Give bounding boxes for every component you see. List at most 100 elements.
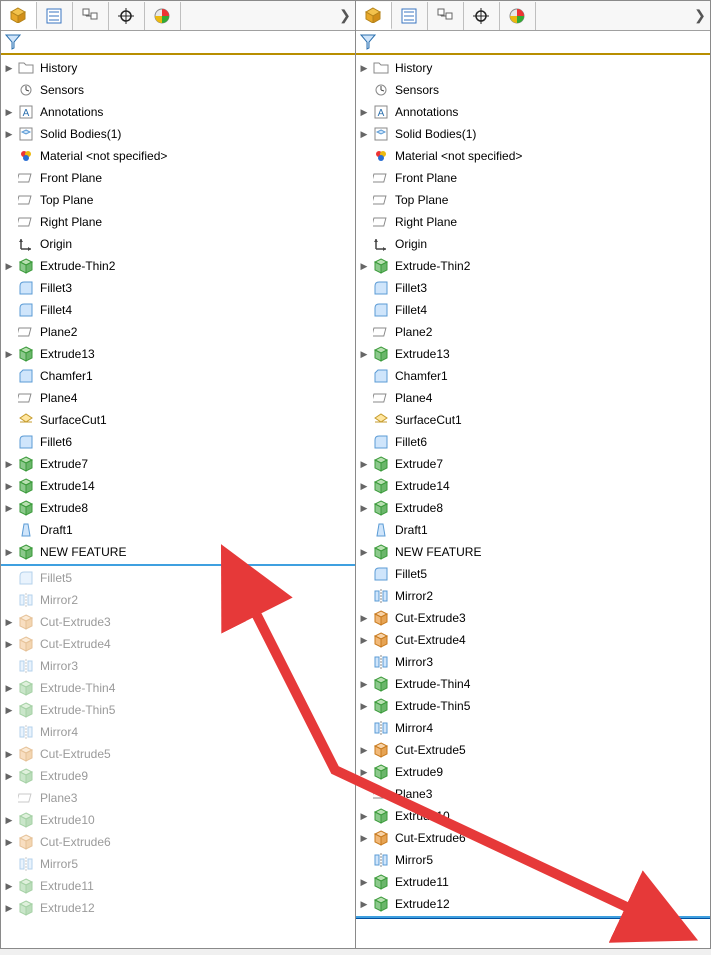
tree-row[interactable]: ▶ Fillet6 [1,431,355,453]
expand-toggle[interactable]: ▶ [3,904,15,913]
tree-row[interactable]: ▶ Front Plane [1,167,355,189]
tree-row[interactable]: ▶ Plane4 [356,387,710,409]
expand-toggle[interactable]: ▶ [358,548,370,557]
tree-row[interactable]: ▶ Plane2 [356,321,710,343]
tree-row[interactable]: ▶ Extrude10 [356,805,710,827]
display-manager-tab[interactable] [464,2,500,30]
expand-toggle[interactable]: ▶ [3,816,15,825]
expand-toggle[interactable]: ▶ [3,882,15,891]
tree-row[interactable]: ▶ Extrude7 [356,453,710,475]
tree-row[interactable]: ▶ Extrude12 [356,893,710,915]
tree-row[interactable]: ▶ History [356,57,710,79]
tree-row[interactable]: ▶ Extrude14 [356,475,710,497]
property-manager-tab[interactable] [37,2,73,30]
tree-row[interactable]: ▶ Extrude11 [1,875,355,897]
tree-row[interactable]: ▶ Extrude-Thin5 [356,695,710,717]
filter-icon[interactable] [5,34,21,50]
tree-row[interactable]: ▶ Extrude13 [356,343,710,365]
expand-toggle[interactable]: ▶ [3,772,15,781]
expand-toggle[interactable]: ▶ [358,746,370,755]
tree-row[interactable]: ▶ Draft1 [356,519,710,541]
tree-row[interactable]: ▶ Extrude-Thin4 [1,677,355,699]
tree-row[interactable]: ▶ Fillet4 [1,299,355,321]
expand-toggle[interactable]: ▶ [3,262,15,271]
display-manager-tab[interactable] [109,2,145,30]
tree-row[interactable]: ▶ Cut-Extrude3 [1,611,355,633]
tree-row[interactable]: ▶ Cut-Extrude6 [356,827,710,849]
tree-row[interactable]: ▶ Extrude-Thin5 [1,699,355,721]
expand-toggle[interactable]: ▶ [358,834,370,843]
filter-icon[interactable] [360,34,376,50]
tree-row[interactable]: ▶ Mirror3 [356,651,710,673]
expand-toggle[interactable]: ▶ [3,460,15,469]
tree-row[interactable]: ▶ Extrude7 [1,453,355,475]
expand-toggle[interactable]: ▶ [358,108,370,117]
expand-toggle[interactable]: ▶ [3,640,15,649]
expand-toggle[interactable]: ▶ [3,684,15,693]
tree-row[interactable]: ▶ Fillet4 [356,299,710,321]
expand-toggle[interactable]: ▶ [358,812,370,821]
tree-row[interactable]: ▶ Mirror5 [356,849,710,871]
tree-row[interactable]: ▶ Fillet5 [1,567,355,589]
tree-row[interactable]: ▶ SurfaceCut1 [1,409,355,431]
expand-toggle[interactable]: ▶ [3,618,15,627]
property-manager-tab[interactable] [392,2,428,30]
tree-row[interactable]: ▶ Extrude10 [1,809,355,831]
tree-row[interactable]: ▶ Plane3 [1,787,355,809]
tree-row[interactable]: ▶ Chamfer1 [356,365,710,387]
tree-row[interactable]: ▶ Plane3 [356,783,710,805]
tree-row[interactable]: ▶ Cut-Extrude5 [356,739,710,761]
tabbar-overflow-chevron[interactable]: ❯ [335,7,355,24]
tree-row[interactable]: ▶ Draft1 [1,519,355,541]
tree-row[interactable]: ▶ Plane4 [1,387,355,409]
tree-row[interactable]: ▶ Extrude8 [356,497,710,519]
tree-row[interactable]: ▶ Fillet3 [1,277,355,299]
expand-toggle[interactable]: ▶ [358,262,370,271]
expand-toggle[interactable]: ▶ [358,482,370,491]
expand-toggle[interactable]: ▶ [358,130,370,139]
feature-tree[interactable]: ▶ History ▶ Sensors ▶ Annotations ▶ [1,55,355,948]
tree-row[interactable]: ▶ Fillet6 [356,431,710,453]
tree-row[interactable]: ▶ Material <not specified> [1,145,355,167]
feature-tree[interactable]: ▶ History ▶ Sensors ▶ Annotations ▶ [356,55,710,948]
tree-row[interactable]: ▶ Extrude11 [356,871,710,893]
expand-toggle[interactable]: ▶ [3,548,15,557]
tree-row[interactable]: ▶ Mirror4 [356,717,710,739]
tree-row[interactable]: ▶ Extrude9 [356,761,710,783]
tree-row[interactable]: ▶ Cut-Extrude4 [356,629,710,651]
tree-row[interactable]: ▶ Right Plane [356,211,710,233]
tree-row[interactable]: ▶ Extrude9 [1,765,355,787]
tree-row[interactable]: ▶ Extrude14 [1,475,355,497]
tree-row[interactable]: ▶ History [1,57,355,79]
tree-row[interactable]: ▶ Extrude-Thin4 [356,673,710,695]
tree-row[interactable]: ▶ Extrude8 [1,497,355,519]
feature-manager-tab[interactable] [1,2,37,30]
tree-row[interactable]: ▶ Top Plane [1,189,355,211]
expand-toggle[interactable]: ▶ [3,482,15,491]
tree-row[interactable]: ▶ Cut-Extrude3 [356,607,710,629]
expand-toggle[interactable]: ▶ [3,64,15,73]
tree-row[interactable]: ▶ Mirror2 [1,589,355,611]
expand-toggle[interactable]: ▶ [358,350,370,359]
tree-row[interactable]: ▶ Chamfer1 [1,365,355,387]
tree-row[interactable]: ▶ Cut-Extrude6 [1,831,355,853]
tree-row[interactable]: ▶ Mirror3 [1,655,355,677]
tree-row[interactable]: ▶ Extrude-Thin2 [1,255,355,277]
expand-toggle[interactable]: ▶ [3,504,15,513]
expand-toggle[interactable]: ▶ [3,108,15,117]
appearance-tab[interactable] [145,2,181,30]
expand-toggle[interactable]: ▶ [3,130,15,139]
expand-toggle[interactable]: ▶ [358,636,370,645]
expand-toggle[interactable]: ▶ [3,350,15,359]
expand-toggle[interactable]: ▶ [358,504,370,513]
tree-row[interactable]: ▶ Solid Bodies(1) [356,123,710,145]
expand-toggle[interactable]: ▶ [358,460,370,469]
tree-row[interactable]: ▶ Material <not specified> [356,145,710,167]
config-manager-tab[interactable] [428,2,464,30]
expand-toggle[interactable]: ▶ [3,750,15,759]
config-manager-tab[interactable] [73,2,109,30]
expand-toggle[interactable]: ▶ [3,838,15,847]
tree-row[interactable]: ▶ Front Plane [356,167,710,189]
tree-row[interactable]: ▶ Mirror2 [356,585,710,607]
feature-manager-tab[interactable] [356,2,392,30]
